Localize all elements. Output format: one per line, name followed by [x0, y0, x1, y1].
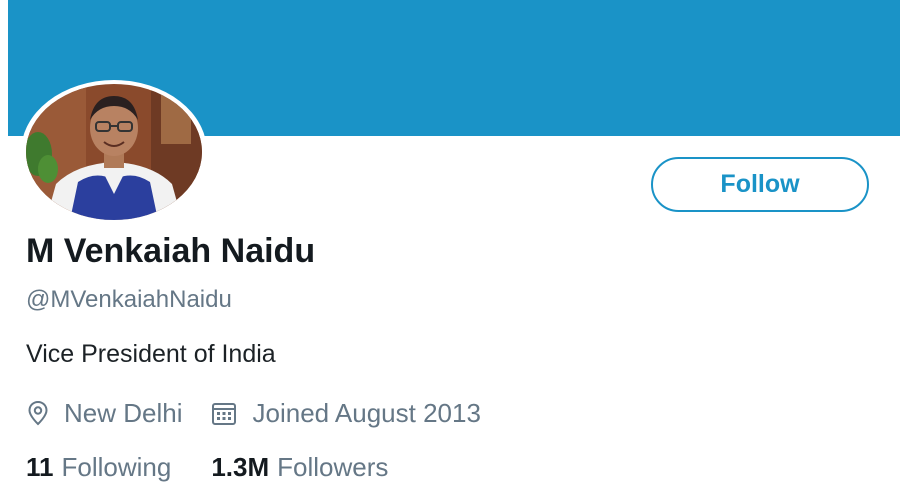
profile-bio: Vice President of India — [26, 340, 276, 368]
display-name: M Venkaiah Naidu — [26, 232, 316, 270]
following-count: 11 — [26, 452, 54, 482]
followers-count: 1.3M — [211, 452, 270, 482]
followers-label: Followers — [277, 452, 389, 482]
following-label: Following — [61, 452, 172, 482]
location-item: New Delhi — [26, 398, 183, 429]
map-pin-icon — [26, 400, 50, 426]
calendar-icon — [211, 400, 237, 426]
username-handle: @MVenkaiahNaidu — [26, 286, 232, 313]
profile-page: Follow M Venkaiah Naidu @MVenkaiahNaidu … — [0, 0, 900, 500]
joined-date: Joined August 2013 — [252, 397, 481, 428]
location-text: New Delhi — [64, 397, 183, 428]
followers-link[interactable]: 1.3M Followers — [211, 452, 388, 483]
following-link[interactable]: 11 Following — [26, 452, 171, 483]
avatar-photo — [26, 84, 202, 220]
follow-button[interactable]: Follow — [651, 157, 869, 212]
joined-item: Joined August 2013 — [211, 398, 481, 429]
profile-meta: New Delhi Joined August 2013 — [26, 396, 481, 430]
profile-stats: 11 Following 1.3M Followers — [26, 452, 388, 483]
avatar[interactable] — [21, 80, 207, 224]
